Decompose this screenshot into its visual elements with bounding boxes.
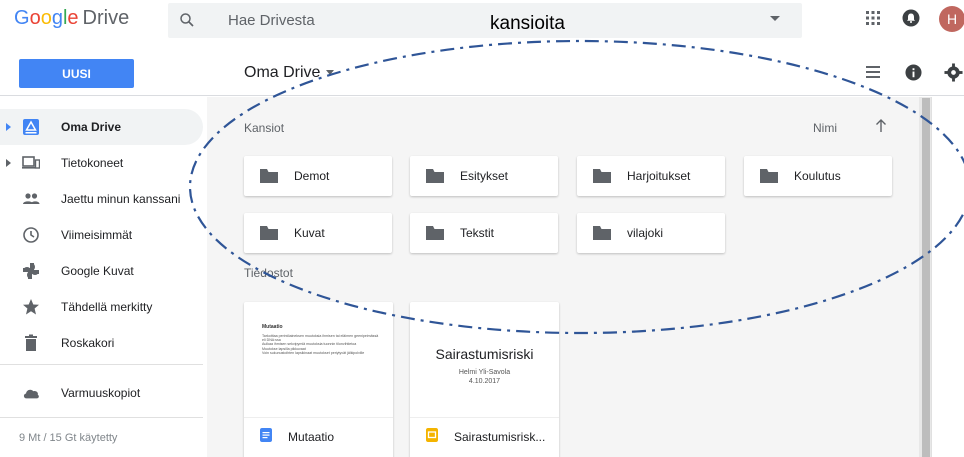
sidebar-item-photos[interactable]: Google Kuvat (0, 253, 203, 289)
sidebar-item-computers[interactable]: Tietokoneet (0, 145, 203, 181)
folder-name: Tekstit (460, 226, 495, 240)
folder-icon (426, 169, 444, 183)
sidebar-item-label: Jaettu minun kanssani (61, 192, 181, 206)
file-card[interactable]: Mutaatio Tarkoittaa perintöaineksen muut… (244, 302, 393, 457)
file-card[interactable]: Sairastumisriski Helmi Yli-Savola 4.10.2… (410, 302, 559, 457)
drive-wordmark: Drive (82, 7, 130, 29)
google-drive-logo[interactable]: Google Drive (14, 7, 129, 30)
top-bar: Google Drive H (0, 0, 964, 40)
sidebar-item-trash[interactable]: Roskakori (0, 325, 203, 361)
google-docs-icon (260, 428, 272, 442)
folder-icon (760, 169, 778, 183)
storage-usage[interactable]: 9 Mt / 15 Gt käytetty (19, 432, 117, 444)
preview-bullets: Tarkoittaa perintöaineksen muutoksia ihm… (262, 334, 380, 355)
preview-author: Helmi Yli-Savola (458, 369, 511, 376)
shared-icon (23, 193, 40, 204)
star-icon (23, 299, 39, 315)
search-input[interactable] (228, 9, 628, 31)
cloud-icon (23, 389, 39, 399)
folders-section-title: Kansiot (244, 121, 285, 135)
preview-title: Sairastumisriski (435, 346, 534, 362)
details-panel-edge (931, 97, 964, 457)
folder-icon (260, 226, 278, 240)
preview-date: 4.10.2017 (468, 378, 501, 385)
drive-window: GoogleDrive H UUSI Oma Drive (0, 0, 964, 457)
folder-item[interactable]: Esitykset (410, 156, 558, 196)
search-icon[interactable] (178, 11, 196, 29)
file-footer: Mutaatio (244, 417, 393, 457)
new-button[interactable]: UUSI (19, 59, 134, 88)
sidebar-item-label: Viimeisimmät (61, 228, 133, 242)
google-slides-icon (426, 428, 438, 442)
folder-icon (593, 226, 611, 240)
sort-by-name[interactable]: Nimi (813, 121, 837, 135)
folder-name: Koulutus (794, 169, 841, 183)
user-avatar[interactable]: H (939, 6, 964, 32)
notifications-bell-icon[interactable] (902, 9, 920, 27)
computer-icon (22, 156, 40, 169)
preview-title: Mutaatio (262, 324, 283, 330)
folder-item[interactable]: Kuvat (244, 213, 392, 253)
sidebar-item-label: Roskakori (61, 336, 115, 350)
annotation-label: kansioita (490, 13, 565, 34)
file-name: Mutaatio (288, 430, 335, 444)
files-section-title: Tiedostot (244, 266, 293, 280)
search-bar[interactable] (168, 3, 802, 38)
file-thumbnail: Sairastumisriski Helmi Yli-Savola 4.10.2… (410, 302, 559, 417)
sidebar-divider (0, 364, 203, 365)
sidebar-item-my-drive[interactable]: Oma Drive (0, 109, 203, 145)
sidebar-item-shared[interactable]: Jaettu minun kanssani (0, 181, 203, 217)
main-content: Kansiot Nimi Demot Esitykset Harjoitukse… (207, 97, 927, 457)
list-view-icon[interactable] (866, 66, 880, 78)
breadcrumb[interactable]: Oma Drive (244, 64, 335, 82)
info-icon[interactable] (905, 64, 922, 81)
folder-name: vilajoki (627, 226, 664, 240)
sidebar-divider (0, 417, 203, 418)
preview-subtitle: Helmi Yli-Savola 4.10.2017 (410, 368, 559, 386)
sort-ascending-arrow-icon[interactable] (875, 119, 887, 133)
settings-gear-icon[interactable] (944, 63, 963, 82)
file-name: Sairastumisrisk... (454, 430, 546, 444)
preview-bullet: Voin sukunustoihten lapsikinaat muutokse… (262, 350, 365, 355)
clock-icon (23, 227, 39, 243)
folder-name: Esitykset (460, 169, 509, 183)
preview-bullet: Tarkoittaa perintöaineksen muutoksia ihm… (262, 334, 379, 343)
folder-item[interactable]: Koulutus (744, 156, 892, 196)
photos-icon (23, 263, 39, 279)
chevron-down-icon[interactable] (326, 70, 335, 76)
breadcrumb-current[interactable]: Oma Drive (244, 64, 320, 81)
sidebar-item-starred[interactable]: Tähdellä merkitty (0, 289, 203, 325)
scrollbar-thumb[interactable] (922, 98, 930, 457)
folder-item[interactable]: vilajoki (577, 213, 725, 253)
sidebar: Oma Drive Tietokoneet Jaettu minun kanss… (0, 97, 207, 457)
folder-item[interactable]: Tekstit (410, 213, 558, 253)
drive-icon (23, 119, 39, 135)
folder-name: Demot (294, 169, 330, 183)
apps-grid-icon[interactable] (866, 11, 880, 25)
folder-icon (426, 226, 444, 240)
sidebar-item-label: Oma Drive (61, 120, 122, 134)
sidebar-item-label: Tietokoneet (61, 156, 124, 170)
file-footer: Sairastumisrisk... (410, 417, 559, 457)
sidebar-item-label: Tähdellä merkitty (61, 300, 153, 314)
action-bar: UUSI Oma Drive (0, 48, 964, 96)
sidebar-item-backups[interactable]: Varmuuskopiot (0, 375, 203, 411)
folder-icon (260, 169, 278, 183)
sidebar-item-label: Varmuuskopiot (61, 386, 141, 400)
sidebar-item-label: Google Kuvat (61, 264, 134, 278)
expand-arrow-icon[interactable] (6, 159, 11, 167)
file-thumbnail: Mutaatio Tarkoittaa perintöaineksen muut… (244, 302, 393, 417)
folder-name: Kuvat (294, 226, 325, 240)
trash-icon (25, 334, 37, 351)
folder-item[interactable]: Demot (244, 156, 392, 196)
folder-icon (593, 169, 611, 183)
sidebar-item-recent[interactable]: Viimeisimmät (0, 217, 203, 253)
folder-name: Harjoitukset (627, 169, 691, 183)
folder-item[interactable]: Harjoitukset (577, 156, 725, 196)
expand-arrow-icon[interactable] (6, 123, 11, 131)
search-options-chevron-down-icon[interactable] (770, 16, 780, 21)
